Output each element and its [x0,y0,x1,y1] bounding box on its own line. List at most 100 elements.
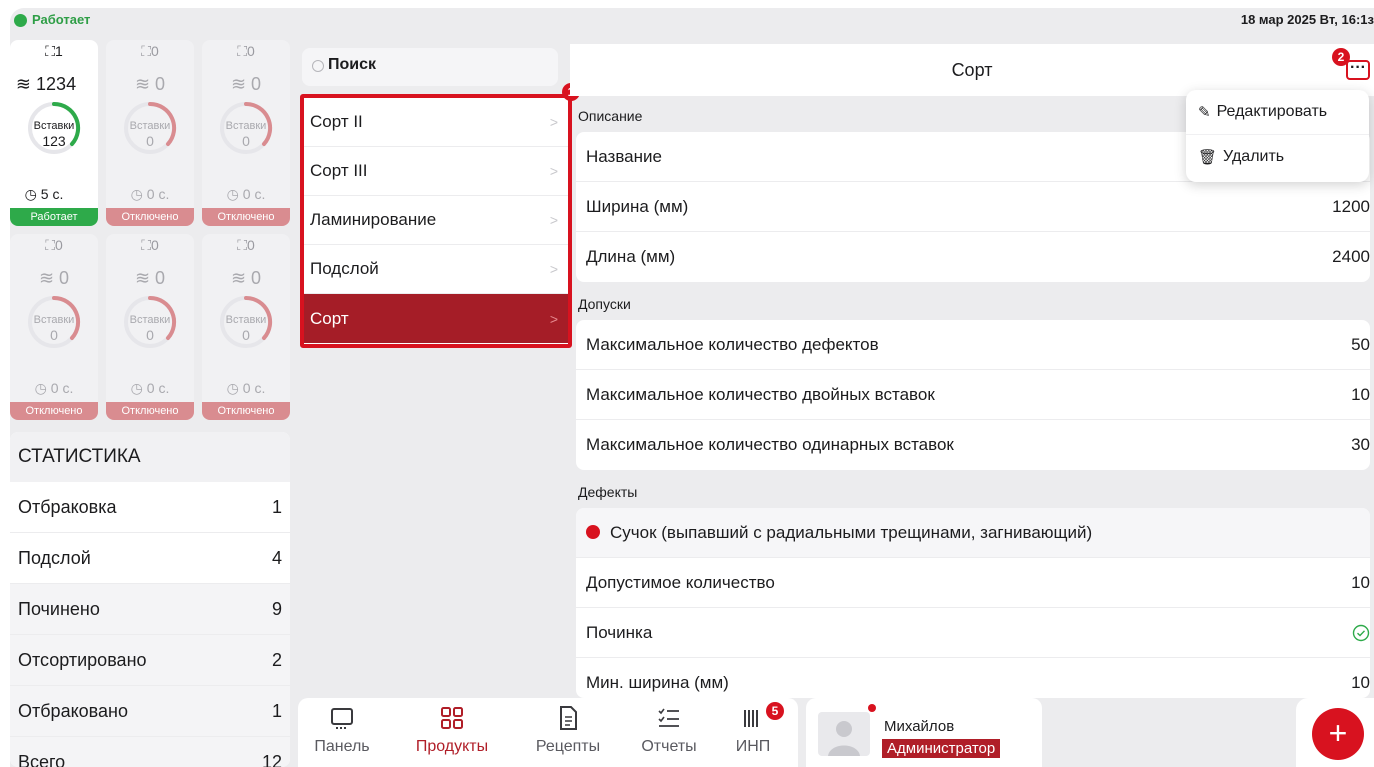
detail-row[interactable]: Максимальное количество дефектов 50 [576,320,1370,370]
check-circle-icon [1352,624,1370,641]
gauge-value: 0 [146,133,154,149]
row-label: Ширина (мм) [586,196,689,216]
defect-name: Сучок (выпавший с радиальными трещинами,… [610,522,1093,542]
machine-counter: 0 [55,237,63,253]
machine-card-5[interactable]: ⛶0 ≋ 0 Вставки 0 ◷ 0 с. Отключено [106,234,194,420]
gauge-label: Вставки [33,314,75,326]
detail-row[interactable]: Починка [576,608,1370,658]
product-item[interactable]: Сорт III > [304,147,568,196]
layers-icon: ≋ [134,74,151,94]
defects-group: Сучок (выпавший с радиальными трещинами,… [576,508,1370,698]
gauge-value: 0 [50,327,58,343]
machine-timer: 5 с. [40,186,64,202]
stat-value: 9 [271,598,282,619]
detail-row[interactable]: Максимальное количество одинарных вставо… [576,420,1370,470]
defect-header-row[interactable]: Сучок (выпавший с радиальными трещинами,… [576,508,1370,558]
product-item[interactable]: Ламинирование > [304,196,568,245]
menu-item-edit[interactable]: ✎ Редактировать [1186,90,1369,134]
stat-row: Починено 9 [10,584,290,635]
machine-state: Отключено [10,402,98,420]
detail-row[interactable]: Максимальное количество двойных вставок 1… [576,370,1370,420]
bottom-nav: Панель Продукты Рецепты Отчеты ИНП 5 [298,698,798,767]
product-item[interactable]: Подслой > [304,245,568,294]
machine-card-3[interactable]: ⛶0 ≋ 0 Вставки 0 ◷ 0 с. Отключено [202,40,290,226]
scan-icon: ⛶ [45,237,55,253]
row-value: 30 [1351,435,1370,454]
machine-timer: 0 с. [242,186,266,202]
row-label: Длина (мм) [586,247,676,266]
tab-label: Продукты [415,738,489,755]
scan-icon: ⛶ [237,237,247,253]
gauge-value: 0 [146,327,154,343]
tab-products[interactable]: Продукты [410,704,494,766]
gauge-label: Вставки [129,314,171,326]
detail-row[interactable]: Допустимое количество 10 [576,558,1370,608]
machine-state: Отключено [202,402,290,420]
machine-counter: 0 [247,43,255,59]
stat-label: Всего [18,751,66,767]
gauge-label: Вставки [225,314,267,326]
machine-state: Отключено [202,208,290,226]
layers-icon: ≋ [230,268,247,288]
layers-icon: ≋ [15,74,32,94]
checklist-icon [658,708,679,727]
machine-layers: 0 [59,268,70,288]
tab-label: Отчеты [641,738,697,755]
clock-icon: ◷ [226,380,239,396]
app-frame: Работает 18 мар 2025 Вт, 16:1з ⛶1 ≋ 1234… [10,8,1374,767]
machine-timer: 0 с. [242,380,266,396]
add-button[interactable]: + [1312,708,1364,760]
machine-layers: 0 [251,268,262,288]
monitor-icon [331,708,353,729]
tab-label: ИНП [735,738,771,755]
machine-layers: 0 [155,268,166,288]
search-box [302,48,558,86]
chevron-right-icon: > [549,163,558,179]
search-input[interactable] [328,56,548,74]
product-list: Сорт II > Сорт III > Ламинирование > Подсло… [300,94,572,348]
machine-counter: 0 [151,237,159,253]
layers-icon: ≋ [38,268,55,288]
more-options-button[interactable]: ··· [1346,60,1370,80]
product-label: Сорт [310,308,349,328]
row-label: Допустимое количество [586,572,775,592]
stat-label: Отбраковано [18,700,128,721]
row-value: 10 [1351,384,1370,404]
tab-reports[interactable]: Отчеты [636,704,702,766]
detail-row[interactable]: Длина (мм) 2400 [576,232,1370,282]
stat-value: 4 [271,547,282,568]
product-label: Подслой [310,259,379,278]
machine-state: Отключено [106,402,194,420]
product-item[interactable]: Сорт II > [304,98,568,147]
machine-card-6[interactable]: ⛶0 ≋ 0 Вставки 0 ◷ 0 с. Отключено [202,234,290,420]
section-description-label: Описание [578,108,643,124]
stat-value: 1 [271,700,282,721]
detail-row[interactable]: Мин. ширина (мм) 10 [576,658,1370,698]
row-label: Максимальное количество дефектов [586,334,879,354]
user-panel[interactable]: Михайлов Администратор [806,698,1042,767]
gauge-value: 0 [242,327,250,343]
machine-card-2[interactable]: ⛶0 ≋ 0 Вставки 0 ◷ 0 с. Отключено [106,40,194,226]
layers-icon: ≋ [230,74,247,94]
stat-row: Отсортировано 2 [10,635,290,686]
stat-value: 2 [271,649,282,670]
machine-card-4[interactable]: ⛶0 ≋ 0 Вставки 0 ◷ 0 с. Отключено [10,234,98,420]
clock-icon: ◷ [34,380,47,396]
tab-panel[interactable]: Панель [312,704,372,766]
menu-item-label: Редактировать [1216,103,1328,120]
stat-label: Починено [18,598,100,619]
row-value: 2400 [1332,247,1370,266]
product-item-selected[interactable]: Сорт > [304,294,568,343]
tab-label: Рецепты [535,738,601,755]
section-defects-label: Дефекты [578,484,638,500]
machine-timer: 0 с. [50,380,74,396]
machine-card-1[interactable]: ⛶1 ≋ 1234 Вставки 123 ◷ 5 с. Работает [10,40,98,226]
menu-item-delete[interactable]: 🗑 Удалить [1186,134,1369,178]
tab-recipes[interactable]: Рецепты [530,704,606,766]
inp-count-badge: 5 [766,702,784,720]
row-label: Мин. ширина (мм) [586,673,729,692]
tolerances-group: Максимальное количество дефектов 50 Макси… [576,320,1370,470]
product-label: Ламинирование [310,210,437,229]
date-time: 18 мар 2025 Вт, 16:1з [1240,12,1374,27]
detail-row[interactable]: Ширина (мм) 1200 [576,182,1370,232]
